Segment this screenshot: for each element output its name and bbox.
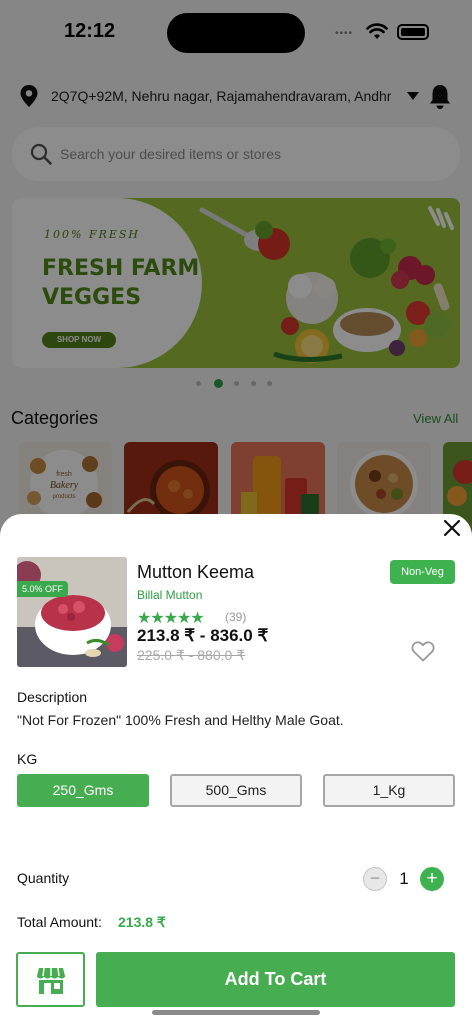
original-price-range: 225.0 ₹ - 880.0 ₹ bbox=[137, 647, 246, 663]
store-name-link[interactable]: Billal Mutton bbox=[137, 588, 202, 602]
visit-store-button[interactable] bbox=[16, 952, 85, 1007]
size-option-1kg[interactable]: 1_Kg bbox=[323, 774, 455, 807]
description-heading: Description bbox=[17, 689, 88, 705]
quantity-decrease-button[interactable]: − bbox=[363, 867, 387, 891]
home-indicator[interactable] bbox=[152, 1010, 320, 1015]
product-detail-sheet: 5.0% OFF Mutton Keema Non-Veg Billal Mut… bbox=[0, 514, 472, 1024]
size-option-500g[interactable]: 500_Gms bbox=[170, 774, 302, 807]
close-icon[interactable] bbox=[441, 517, 463, 539]
unit-heading: KG bbox=[17, 751, 38, 767]
add-to-cart-button[interactable]: Add To Cart bbox=[96, 952, 455, 1007]
product-image: 5.0% OFF bbox=[17, 557, 127, 667]
heart-icon[interactable] bbox=[411, 640, 435, 662]
food-type-badge: Non-Veg bbox=[390, 560, 455, 584]
total-amount-value: 213.8 ₹ bbox=[118, 914, 166, 930]
rating-stars: ★★★★★ bbox=[137, 610, 205, 627]
product-name: Mutton Keema bbox=[137, 562, 255, 582]
size-option-250g[interactable]: 250_Gms bbox=[17, 774, 149, 807]
storefront-icon bbox=[36, 967, 66, 994]
quantity-value: 1 bbox=[399, 869, 409, 888]
rating-count: (39) bbox=[225, 610, 247, 624]
price-range: 213.8 ₹ - 836.0 ₹ bbox=[137, 626, 269, 645]
quantity-label: Quantity bbox=[17, 870, 70, 886]
discount-badge: 5.0% OFF bbox=[17, 581, 69, 597]
total-amount-label: Total Amount: bbox=[17, 914, 102, 930]
quantity-increase-button[interactable]: + bbox=[420, 867, 444, 891]
description-text: "Not For Frozen" 100% Fresh and Helthy M… bbox=[17, 712, 344, 728]
mutton-keema-photo bbox=[17, 557, 127, 667]
